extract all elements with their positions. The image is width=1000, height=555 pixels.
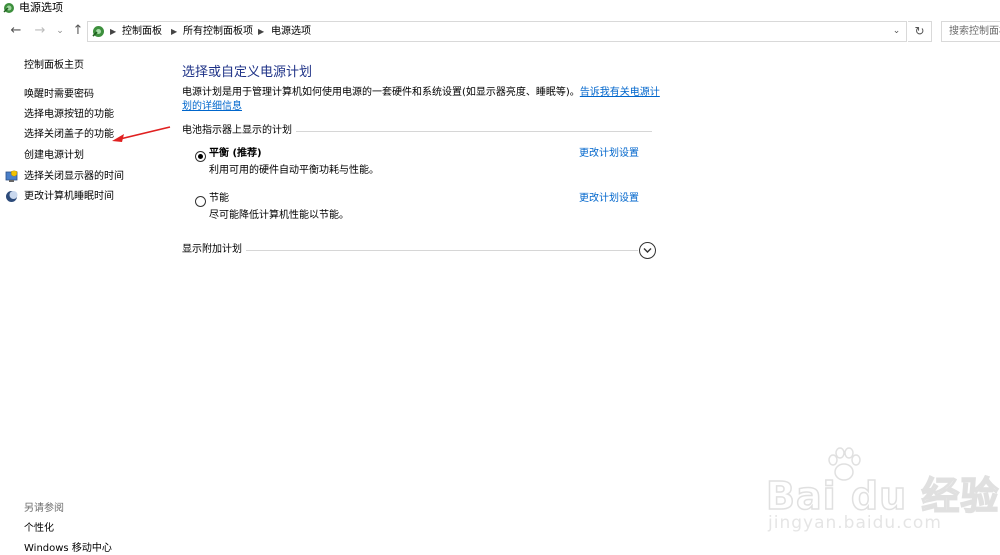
forward-arrow-icon[interactable]: → (32, 21, 48, 41)
address-dropdown-icon[interactable]: ⌄ (886, 22, 906, 41)
plan-power-saver-description: 尽可能降低计算机性能以节能。 (209, 210, 349, 221)
refresh-icon[interactable]: ↻ (908, 21, 932, 42)
control-panel-icon (92, 26, 104, 37)
back-arrow-icon[interactable]: ← (8, 21, 24, 41)
breadcrumb-separator-icon[interactable]: ▶ (258, 25, 264, 39)
additional-plans-label[interactable]: 显示附加计划 (182, 243, 246, 257)
window-title: 电源选项 (19, 1, 63, 14)
watermark-url: jingyan.baidu.com (768, 513, 942, 533)
search-placeholder: 搜索控制面板 (949, 26, 1000, 37)
plan-power-saver-radio[interactable] (195, 196, 206, 207)
page-description: 电源计划是用于管理计算机如何使用电源的一套硬件和系统设置(如显示器亮度、睡眠等)… (182, 86, 662, 114)
search-input[interactable]: 搜索控制面板 (941, 21, 1000, 42)
plan-power-saver-name[interactable]: 节能 (209, 192, 229, 206)
battery-section-label: 电池指示器上显示的计划 (182, 124, 296, 138)
plan-power-saver-settings-link[interactable]: 更改计划设置 (579, 192, 639, 206)
nav-create-plan[interactable]: 创建电源计划 (24, 149, 84, 163)
nav-display-off-time[interactable]: 选择关闭显示器的时间 (24, 170, 124, 184)
up-arrow-icon[interactable]: ↑ (70, 21, 86, 41)
breadcrumb-separator-icon[interactable]: ▶ (171, 25, 177, 39)
breadcrumb-all-items[interactable]: 所有控制面板项 (183, 25, 253, 39)
description-text: 电源计划是用于管理计算机如何使用电源的一套硬件和系统设置(如显示器亮度、睡眠等)… (182, 87, 580, 98)
nav-sleep-time[interactable]: 更改计算机睡眠时间 (24, 190, 114, 204)
page-title: 选择或自定义电源计划 (182, 65, 313, 80)
nav-control-panel-home[interactable]: 控制面板主页 (24, 59, 84, 73)
baidu-watermark: Bai du 经验 jingyan.baidu.com (760, 445, 1000, 555)
plan-balanced-settings-link[interactable]: 更改计划设置 (579, 147, 639, 161)
plan-balanced-radio[interactable] (195, 151, 206, 162)
address-bar[interactable]: ▶ 控制面板 ▶ 所有控制面板项 ▶ 电源选项 ⌄ (87, 21, 907, 42)
section-divider (182, 250, 638, 251)
nav-personalization[interactable]: 个性化 (24, 522, 54, 536)
plan-balanced-description: 利用可用的硬件自动平衡功耗与性能。 (209, 165, 379, 176)
breadcrumb-separator-icon: ▶ (110, 27, 117, 36)
plan-balanced-name[interactable]: 平衡 (推荐) (209, 147, 262, 161)
watermark-brand: Bai du 经验 (765, 473, 1000, 519)
recent-locations-chevron-icon[interactable]: ⌄ (52, 21, 68, 41)
nav-wake-password[interactable]: 唤醒时需要密码 (24, 88, 94, 102)
sleep-moon-icon (6, 191, 18, 202)
breadcrumb-control-panel[interactable]: 控制面板 (122, 25, 162, 39)
expand-chevron-icon[interactable] (639, 242, 656, 259)
nav-power-button[interactable]: 选择电源按钮的功能 (24, 108, 114, 122)
breadcrumb-power-options[interactable]: 电源选项 (271, 25, 311, 39)
power-options-icon (3, 3, 14, 13)
nav-mobility-center[interactable]: Windows 移动中心 (24, 542, 112, 555)
navigation-bar: ← → ⌄ ↑ ▶ 控制面板 ▶ 所有控制面板项 ▶ 电源选项 ⌄ ↻ 搜索控制… (0, 18, 1000, 44)
annotation-arrow-icon (112, 126, 171, 142)
see-also-label: 另请参阅 (24, 503, 64, 514)
nav-close-lid[interactable]: 选择关闭盖子的功能 (24, 128, 114, 142)
display-shield-icon (5, 170, 18, 182)
title-bar: 电源选项 (0, 0, 1000, 16)
